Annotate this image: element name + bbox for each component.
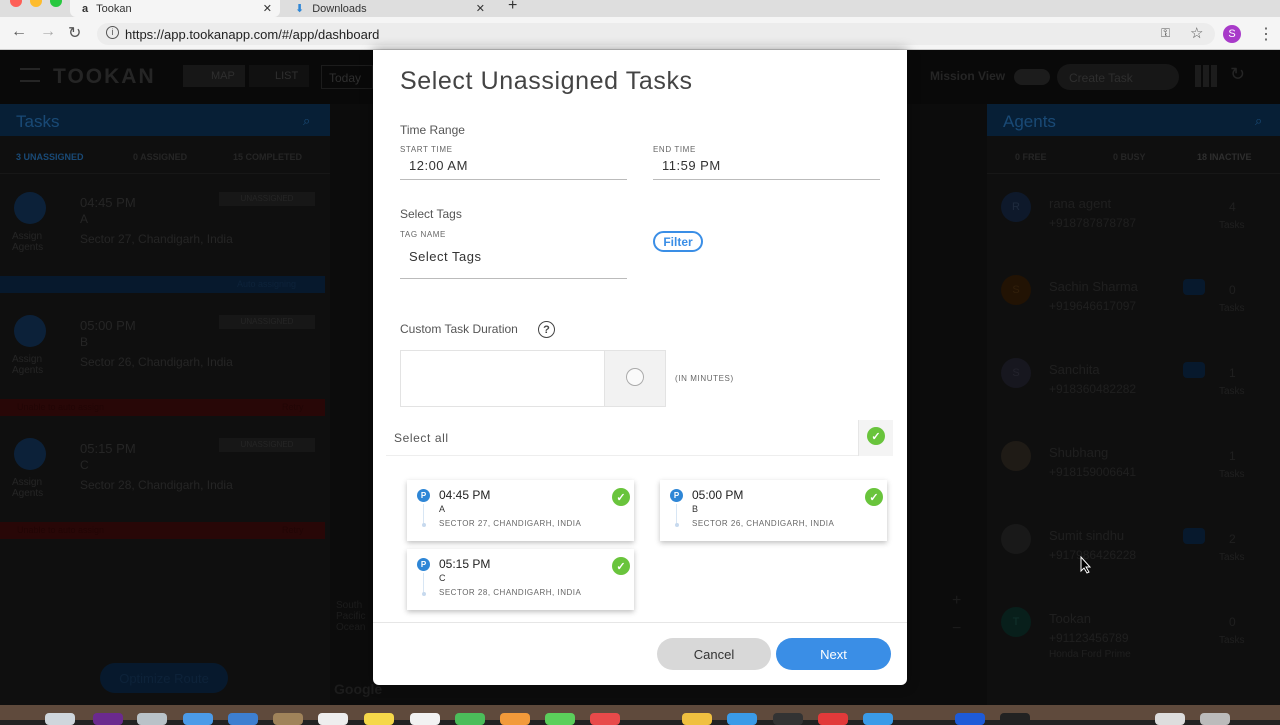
- pickup-badge-icon: P: [417, 558, 430, 571]
- start-time-field[interactable]: 12:00 AM: [400, 158, 627, 180]
- help-icon[interactable]: ?: [538, 321, 555, 338]
- start-time-label: START TIME: [400, 145, 453, 154]
- pickup-badge-icon: P: [670, 489, 683, 502]
- task-time: 05:00 PM: [692, 488, 744, 502]
- browser-tab-tookan[interactable]: a Tookan ✕: [70, 0, 280, 17]
- duration-spinner[interactable]: [604, 350, 666, 407]
- mouse-cursor-icon: [1080, 556, 1092, 574]
- menu-dots-icon[interactable]: ⋮: [1258, 24, 1274, 44]
- task-card[interactable]: P 05:15 PM C SECTOR 28, CHANDIGARH, INDI…: [407, 549, 634, 610]
- activity-icon[interactable]: [773, 713, 803, 725]
- chrome-icon[interactable]: [818, 713, 848, 725]
- messages-icon[interactable]: [545, 713, 575, 725]
- new-tab-icon[interactable]: +: [508, 0, 517, 15]
- task-check-icon[interactable]: ✓: [865, 488, 883, 506]
- tab-title: Downloads: [312, 2, 367, 15]
- task-card[interactable]: P 04:45 PM A SECTOR 27, CHANDIGARH, INDI…: [407, 480, 634, 541]
- tag-name-label: TAG NAME: [400, 230, 446, 239]
- check-icon: ✓: [867, 427, 885, 445]
- filter-button[interactable]: Filter: [653, 231, 703, 252]
- task-name: B: [692, 504, 699, 514]
- end-time-field[interactable]: 11:59 PM: [653, 158, 880, 180]
- vscode-icon[interactable]: [955, 713, 985, 725]
- next-button[interactable]: Next: [776, 638, 891, 670]
- footer-divider: [373, 622, 907, 623]
- custom-duration-label: Custom Task Duration: [400, 322, 518, 336]
- task-check-icon[interactable]: ✓: [612, 557, 630, 575]
- cancel-button[interactable]: Cancel: [657, 638, 771, 670]
- profile-avatar[interactable]: S: [1223, 25, 1241, 43]
- close-window-icon[interactable]: [10, 0, 22, 7]
- url-text: https://app.tookanapp.com/#/app/dashboar…: [125, 26, 380, 42]
- select-unassigned-tasks-modal: Select Unassigned Tasks Time Range START…: [373, 50, 907, 685]
- safari-icon[interactable]: [183, 713, 213, 725]
- zoom-window-icon[interactable]: [50, 0, 62, 7]
- siri-icon[interactable]: [93, 713, 123, 725]
- finder-icon[interactable]: [45, 713, 75, 725]
- numbers-icon[interactable]: [455, 713, 485, 725]
- app-store-icon[interactable]: [727, 713, 757, 725]
- browser-tab-downloads[interactable]: ⬇ Downloads ✕: [285, 0, 495, 17]
- photos-icon[interactable]: [500, 713, 530, 725]
- terminal-icon[interactable]: [1000, 713, 1030, 725]
- browser-toolbar: ← → ↻ i https://app.tookanapp.com/#/app/…: [0, 17, 1280, 50]
- task-time: 05:15 PM: [439, 557, 491, 571]
- notes-icon[interactable]: [364, 713, 394, 725]
- forward-icon[interactable]: →: [40, 23, 56, 41]
- task-card[interactable]: P 05:00 PM B SECTOR 26, CHANDIGARH, INDI…: [660, 480, 887, 541]
- reminders-icon[interactable]: [410, 713, 440, 725]
- download-favicon-icon: ⬇: [295, 3, 305, 15]
- browser-tab-strip: a Tookan ✕ ⬇ Downloads ✕ +: [0, 0, 1280, 17]
- xcode-icon[interactable]: [863, 713, 893, 725]
- spinner-circle-icon: [626, 368, 644, 386]
- task-name: C: [439, 573, 446, 583]
- task-name: A: [439, 504, 446, 514]
- task-time: 04:45 PM: [439, 488, 491, 502]
- macos-dock: [0, 705, 1280, 725]
- minutes-label: (IN MINUTES): [675, 374, 734, 383]
- close-tab-icon[interactable]: ✕: [476, 2, 485, 15]
- calendar-icon[interactable]: [318, 713, 348, 725]
- back-icon[interactable]: ←: [11, 23, 27, 41]
- close-tab-icon[interactable]: ✕: [263, 2, 272, 15]
- music-icon[interactable]: [590, 713, 620, 725]
- address-bar[interactable]: i https://app.tookanapp.com/#/app/dashbo…: [97, 23, 1215, 45]
- books-icon[interactable]: [682, 713, 712, 725]
- tab-title: Tookan: [96, 2, 132, 15]
- select-all-label: Select all: [394, 431, 449, 445]
- contacts-icon[interactable]: [273, 713, 303, 725]
- end-time-label: END TIME: [653, 145, 696, 154]
- select-all-row[interactable]: Select all ✓: [386, 420, 893, 456]
- task-address: SECTOR 26, CHANDIGARH, INDIA: [692, 519, 835, 528]
- task-address: SECTOR 27, CHANDIGARH, INDIA: [439, 519, 582, 528]
- downloads-stack-icon[interactable]: [1155, 713, 1185, 725]
- tookan-favicon-icon: a: [82, 2, 89, 15]
- key-icon[interactable]: ⚿: [1161, 26, 1170, 41]
- select-all-checkbox[interactable]: ✓: [858, 420, 893, 456]
- star-icon[interactable]: ☆: [1190, 24, 1203, 42]
- task-address: SECTOR 28, CHANDIGARH, INDIA: [439, 588, 582, 597]
- time-range-label: Time Range: [400, 123, 465, 137]
- info-icon[interactable]: i: [106, 26, 119, 39]
- pickup-badge-icon: P: [417, 489, 430, 502]
- launchpad-icon[interactable]: [137, 713, 167, 725]
- task-check-icon[interactable]: ✓: [612, 488, 630, 506]
- mail-icon[interactable]: [228, 713, 258, 725]
- tags-select[interactable]: Select Tags: [400, 249, 627, 279]
- duration-input[interactable]: [400, 350, 605, 407]
- select-tags-label: Select Tags: [400, 207, 462, 221]
- modal-title: Select Unassigned Tasks: [400, 67, 693, 95]
- minimize-window-icon[interactable]: [30, 0, 42, 7]
- trash-icon[interactable]: [1200, 713, 1230, 725]
- reload-icon[interactable]: ↻: [68, 23, 81, 43]
